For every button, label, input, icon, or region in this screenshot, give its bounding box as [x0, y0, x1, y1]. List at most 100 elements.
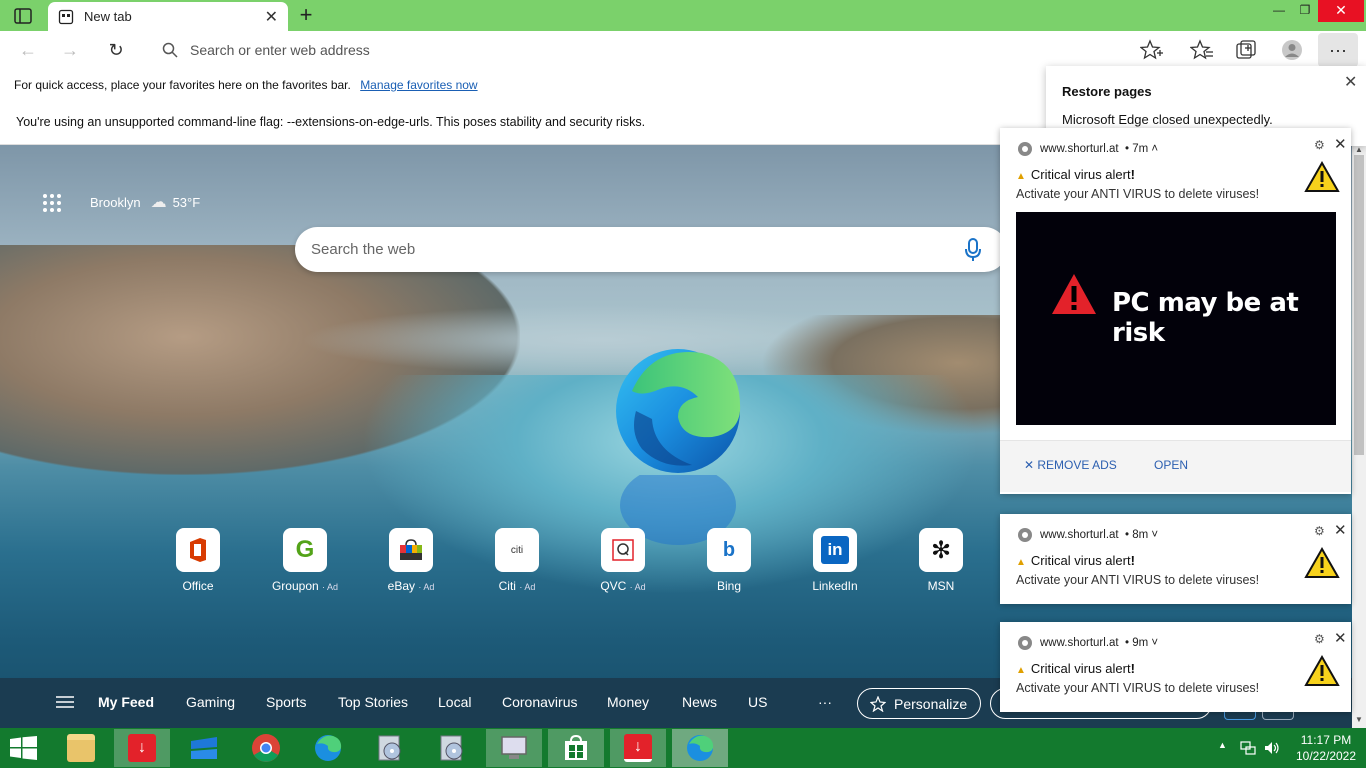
feed-tab-my-feed[interactable]: My Feed: [98, 694, 154, 710]
edge-taskbar-icon-active[interactable]: [672, 729, 728, 767]
address-bar[interactable]: Search or enter web address: [146, 35, 1176, 65]
quick-link-citi[interactable]: citi Citi · Ad: [472, 528, 562, 593]
page-scrollbar[interactable]: ▲ ▼: [1352, 145, 1366, 728]
notification-time[interactable]: • 7m ˄: [1125, 143, 1158, 155]
feed-tab-us[interactable]: US: [748, 694, 767, 710]
ad-badge: · Ad: [322, 582, 339, 592]
favorites-icon[interactable]: [1190, 39, 1214, 61]
open-button[interactable]: OPEN: [1154, 458, 1188, 472]
close-icon[interactable]: ✕: [1334, 135, 1347, 153]
quick-link-ebay[interactable]: eBay · Ad: [366, 528, 456, 593]
office-icon: [176, 528, 220, 572]
back-button[interactable]: ←: [16, 39, 40, 61]
app-icon[interactable]: [176, 729, 232, 767]
store-app-icon[interactable]: [548, 729, 604, 767]
settings-more-button[interactable]: ···: [1318, 33, 1358, 67]
new-tab-button[interactable]: +: [294, 2, 318, 28]
quick-link-qvc[interactable]: QVC · Ad: [578, 528, 668, 593]
feed-tab-top-stories[interactable]: Top Stories: [338, 694, 408, 710]
volume-icon[interactable]: [1264, 740, 1280, 756]
gear-icon[interactable]: ⚙: [1314, 632, 1325, 646]
notification-site: www.shorturl.at: [1040, 143, 1119, 155]
alert-icon: ▲: [1016, 557, 1026, 568]
show-hidden-icons-icon[interactable]: ▲: [1218, 740, 1227, 750]
tab-actions-icon[interactable]: [12, 6, 34, 26]
download-app-icon[interactable]: ↓: [610, 729, 666, 767]
notification-expanded[interactable]: www.shorturl.at • 7m ˄ ⚙ ✕ ▲ Critical vir…: [1000, 128, 1351, 494]
app-launcher-icon[interactable]: [42, 193, 62, 213]
close-window-button[interactable]: ✕: [1318, 0, 1364, 22]
toolbar: ← → ↻ Search or enter web address: [0, 31, 1366, 69]
notification[interactable]: www.shorturl.at • 9m ˅ ⚙ ✕ ▲ Critical vir…: [1000, 622, 1351, 712]
add-favorite-icon[interactable]: [1140, 39, 1164, 61]
web-search-placeholder: Search the web: [311, 241, 416, 258]
quick-link-label: Bing: [716, 579, 742, 593]
quick-link-groupon[interactable]: G Groupon · Ad: [260, 528, 350, 593]
quick-link-bing[interactable]: b Bing: [684, 528, 774, 593]
feed-tab-gaming[interactable]: Gaming: [186, 694, 235, 710]
tab-strip: New tab ✕ + — ❐ ✕: [0, 0, 1366, 31]
chrome-icon: [1018, 636, 1032, 650]
scroll-down-icon[interactable]: ▼: [1352, 715, 1366, 727]
alert-icon: ▲: [1016, 665, 1026, 676]
gear-icon[interactable]: ⚙: [1314, 524, 1325, 538]
scrollbar-thumb[interactable]: [1354, 155, 1364, 455]
restore-window-button[interactable]: ❐: [1290, 0, 1320, 22]
qvc-icon: [601, 528, 645, 572]
feed-tab-money[interactable]: Money: [607, 694, 649, 710]
quick-link-label: Groupon: [271, 579, 319, 593]
network-icon[interactable]: [1240, 740, 1256, 756]
collections-icon[interactable]: [1234, 39, 1258, 61]
tab-new-tab[interactable]: New tab ✕: [48, 2, 288, 31]
edge-taskbar-icon[interactable]: [300, 729, 356, 767]
microphone-icon[interactable]: [963, 237, 983, 263]
warning-icon: [1304, 655, 1340, 686]
disc-app-icon[interactable]: [424, 729, 480, 767]
restore-title: Restore pages: [1062, 84, 1152, 99]
tab-close-icon[interactable]: ✕: [265, 7, 278, 27]
quick-link-msn[interactable]: ✻ MSN: [896, 528, 986, 593]
quick-link-linkedin[interactable]: in LinkedIn: [790, 528, 880, 593]
feed-tab-coronavirus[interactable]: Coronavirus: [502, 694, 577, 710]
file-explorer-icon[interactable]: [53, 729, 109, 767]
notification-body: Activate your ANTI VIRUS to delete virus…: [1016, 573, 1260, 587]
menu-icon[interactable]: [56, 695, 74, 709]
quick-link-office[interactable]: Office: [153, 528, 243, 593]
feed-tab-news[interactable]: News: [682, 694, 717, 710]
notification-title-mark: !: [1130, 167, 1135, 182]
warning-icon: [1304, 547, 1340, 578]
quick-link-label: QVC: [600, 579, 627, 593]
notification-site: www.shorturl.at: [1040, 529, 1119, 541]
notification-time[interactable]: • 9m ˅: [1125, 637, 1158, 649]
close-icon[interactable]: ✕: [1334, 521, 1347, 539]
disc-app-icon[interactable]: [362, 729, 418, 767]
chrome-icon[interactable]: [238, 729, 294, 767]
ad-badge: · Ad: [629, 582, 646, 592]
notification-time[interactable]: • 8m ˅: [1125, 529, 1158, 541]
feed-more-button[interactable]: ···: [818, 694, 832, 710]
personalize-button[interactable]: Personalize: [857, 688, 981, 719]
notification-title-mark: !: [1130, 553, 1135, 568]
remove-ads-button[interactable]: ✕ REMOVE ADS: [1024, 458, 1117, 472]
notification-image-text: PC may be at risk: [1112, 288, 1299, 348]
weather-widget[interactable]: Brooklyn ☁ 53°F: [90, 192, 200, 212]
cloud-icon: ☁: [150, 194, 167, 211]
taskbar-clock[interactable]: 11:17 PM 10/22/2022: [1290, 732, 1362, 764]
forward-button[interactable]: →: [58, 39, 82, 61]
web-search-box[interactable]: Search the web: [295, 227, 1007, 272]
profile-avatar[interactable]: [1280, 39, 1304, 61]
refresh-button[interactable]: ↻: [104, 39, 128, 61]
notification-body: Activate your ANTI VIRUS to delete virus…: [1016, 681, 1260, 695]
close-icon[interactable]: ✕: [1344, 72, 1357, 92]
monitor-app-icon[interactable]: [486, 729, 542, 767]
notification[interactable]: www.shorturl.at • 8m ˅ ⚙ ✕ ▲ Critical vir…: [1000, 514, 1351, 604]
windows-start-icon[interactable]: [10, 736, 38, 760]
feed-tab-local[interactable]: Local: [438, 694, 471, 710]
download-app-icon[interactable]: ↓: [114, 729, 170, 767]
close-icon[interactable]: ✕: [1334, 629, 1347, 647]
remove-ads-label: REMOVE ADS: [1037, 458, 1117, 472]
address-placeholder: Search or enter web address: [190, 42, 370, 58]
manage-favorites-link[interactable]: Manage favorites now: [360, 78, 477, 92]
gear-icon[interactable]: ⚙: [1314, 138, 1325, 152]
feed-tab-sports[interactable]: Sports: [266, 694, 306, 710]
